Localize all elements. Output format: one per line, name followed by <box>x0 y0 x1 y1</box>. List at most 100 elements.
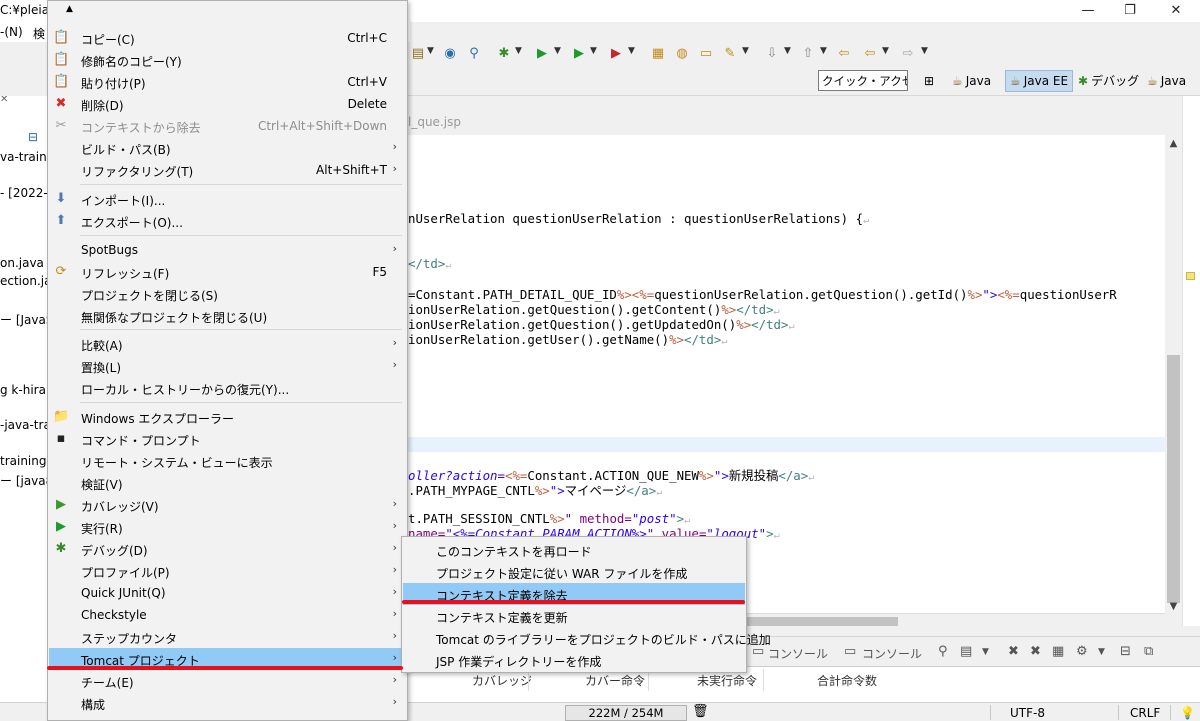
next-annotation-icon[interactable]: ⇩ <box>764 46 780 62</box>
close-button[interactable]: ✕ <box>1153 0 1199 22</box>
menu-item-run-as[interactable]: ▶ 実行(R) › <box>49 516 407 538</box>
menu-item-checkstyle[interactable]: Checkstyle › <box>49 604 407 626</box>
last-edit-icon[interactable]: ⇦ <box>836 46 852 62</box>
menu-item-copy-qualified-name[interactable]: 📋 修飾名のコピー(Y) <box>49 49 407 71</box>
menu-item-remove-from-context[interactable]: ✂ コンテキストから除去 Ctrl+Alt+Shift+Down <box>49 115 407 137</box>
tree-item[interactable]: -java-tra <box>0 418 49 432</box>
submenu-item-create-jsp-work-dir[interactable]: JSP 作業ディレクトリーを作成 <box>403 649 745 671</box>
menu-item-export[interactable]: ⬆ エクスポート(O)... <box>49 210 407 232</box>
column-header[interactable]: 合計命令数 <box>817 672 877 689</box>
tree-item[interactable]: va-trainin <box>0 150 49 164</box>
editor-vertical-scrollbar[interactable]: ▲ ▼ <box>1165 135 1182 620</box>
close-icon[interactable]: ✕ <box>0 96 8 105</box>
maximize-button[interactable]: ❐ <box>1107 0 1153 22</box>
menu-navigate[interactable]: -(N) <box>0 25 23 39</box>
back-icon[interactable]: ⇦ <box>862 46 878 62</box>
display-console-icon[interactable]: ▤ <box>960 644 972 659</box>
annotation-marker[interactable] <box>1186 272 1195 280</box>
submenu-item-add-tomcat-libraries[interactable]: Tomcat のライブラリーをプロジェクトのビルド・パスに追加 <box>403 627 771 649</box>
tip-icon[interactable]: 💡 <box>1180 706 1195 720</box>
tree-item[interactable]: ー [java8 <box>0 472 49 489</box>
scroll-up-icon[interactable]: ▲ <box>66 4 73 14</box>
menu-search[interactable]: 検 <box>33 25 45 42</box>
perspective-java-2[interactable]: ☕ Java <box>1143 70 1190 92</box>
remove-all-icon[interactable]: ✖ <box>1030 644 1041 659</box>
minimize-button[interactable]: — <box>1065 0 1111 22</box>
pin-icon[interactable]: ⚲ <box>938 644 948 659</box>
scroll-thumb[interactable] <box>1167 355 1180 603</box>
chevron-down-icon[interactable]: ▼ <box>554 46 561 56</box>
menu-item-debug-as[interactable]: ✱ デバッグ(D) › <box>49 538 407 560</box>
menu-item-refresh[interactable]: ⟳ リフレッシュ(F) F5 <box>49 261 407 283</box>
column-header[interactable]: カバー命令 <box>585 672 645 689</box>
menu-item-show-in-remote-systems[interactable]: リモート・システム・ビューに表示 <box>49 450 407 472</box>
column-header[interactable]: 未実行命令 <box>697 672 757 689</box>
tree-item[interactable]: - [2022-ja <box>0 186 49 200</box>
settings-icon[interactable]: ⚙ <box>1076 644 1088 659</box>
menu-item-paste[interactable]: 📋 貼り付け(P) Ctrl+V <box>49 71 407 93</box>
column-header[interactable]: カバレッジ <box>472 672 532 689</box>
perspective-java-ee[interactable]: ☕ Java EE <box>1005 70 1074 92</box>
open-folder-icon[interactable]: ▭ <box>698 46 714 62</box>
chevron-down-icon[interactable]: ▼ <box>982 647 989 657</box>
open-perspective-button[interactable]: ⊞ <box>920 70 941 92</box>
menu-item-validate[interactable]: 検証(V) <box>49 472 407 494</box>
scroll-down-icon[interactable]: ▼ <box>1165 601 1182 612</box>
forward-icon[interactable]: ⇨ <box>900 46 916 62</box>
menu-item-command-prompt[interactable]: ▪ コマンド・プロンプト <box>49 428 407 450</box>
new-class-icon[interactable]: ◍ <box>674 46 690 62</box>
run-icon[interactable]: ▶ <box>534 46 550 62</box>
maximize-icon[interactable]: ⧉ <box>1144 644 1153 659</box>
tool-icon[interactable]: ▤ <box>410 46 426 62</box>
menu-item-delete[interactable]: ✖ 削除(D) Delete <box>49 93 407 115</box>
chevron-down-icon[interactable]: ▼ <box>515 46 522 56</box>
menu-item-compare-with[interactable]: 比較(A) › <box>49 333 407 355</box>
menu-item-spotbugs[interactable]: SpotBugs › <box>49 239 407 261</box>
perspective-java[interactable]: ☕ Java <box>948 70 995 92</box>
globe-icon[interactable]: ◉ <box>442 46 458 62</box>
pencil-icon[interactable]: ✎ <box>722 46 738 62</box>
menu-item-restore-from-local-history[interactable]: ローカル・ヒストリーからの復元(Y)... <box>49 377 407 399</box>
menu-item-replace-with[interactable]: 置換(L) › <box>49 355 407 377</box>
prev-annotation-icon[interactable]: ⇧ <box>800 46 816 62</box>
menu-item-coverage-as[interactable]: ▶ カバレッジ(V) › <box>49 494 407 516</box>
coverage-icon[interactable]: ▶ <box>571 46 587 62</box>
external-tools-icon[interactable]: ▶ <box>608 46 624 62</box>
minimize-icon[interactable]: ⊟ <box>1120 644 1131 659</box>
menu-item-copy[interactable]: 📋 コピー(C) Ctrl+C <box>49 27 407 49</box>
chevron-down-icon[interactable]: ▼ <box>820 46 827 56</box>
scroll-lock-icon[interactable]: ▦ <box>1052 644 1064 659</box>
menu-item-configure[interactable]: 構成 › <box>49 692 407 714</box>
chevron-down-icon[interactable]: ▼ <box>427 46 434 56</box>
line-delimiter-status[interactable]: CRLF <box>1130 706 1160 720</box>
perspective-debug[interactable]: ✱ デバッグ <box>1074 70 1143 92</box>
collapse-icon[interactable]: ⊟ <box>28 130 38 144</box>
menu-item-refactor[interactable]: リファクタリング(T) Alt+Shift+T › <box>49 159 407 181</box>
chevron-down-icon[interactable]: ▼ <box>921 46 928 56</box>
editor-tab[interactable]: l_que.jsp <box>408 115 461 135</box>
chevron-down-icon[interactable]: ▼ <box>784 46 791 56</box>
menu-item-team[interactable]: チーム(E) › <box>49 670 407 692</box>
chevron-down-icon[interactable]: ▼ <box>1098 647 1105 657</box>
submenu-item-create-war[interactable]: プロジェクト設定に従い WAR ファイルを作成 <box>403 561 745 583</box>
menu-item-build-path[interactable]: ビルド・パス(B) › <box>49 137 407 159</box>
tree-item[interactable]: on.java <box>0 256 44 270</box>
search-icon[interactable]: ⚲ <box>466 46 482 62</box>
debug-icon[interactable]: ✱ <box>496 46 512 62</box>
chevron-down-icon[interactable]: ▼ <box>882 46 889 56</box>
menu-item-close-unrelated-projects[interactable]: 無関係なプロジェクトを閉じる(U) <box>49 305 407 327</box>
menu-item-profile-as[interactable]: プロファイル(P) › <box>49 560 407 582</box>
tree-item[interactable]: training k <box>0 454 49 468</box>
menu-item-quick-junit[interactable]: Quick JUnit(Q) › <box>49 582 407 604</box>
trash-icon[interactable]: 🗑 <box>692 704 709 719</box>
chevron-down-icon[interactable]: ▼ <box>628 46 635 56</box>
menu-item-import[interactable]: ⬇ インポート(I)... <box>49 188 407 210</box>
quick-access-input[interactable]: クイック・アクセス <box>818 70 908 91</box>
submenu-item-update-context-definition[interactable]: コンテキスト定義を更新 <box>403 605 745 627</box>
menu-item-windows-explorer[interactable]: 📁 Windows エクスプローラー <box>49 406 407 428</box>
encoding-status[interactable]: UTF-8 <box>1010 706 1045 720</box>
menu-item-step-counter[interactable]: ステップカウンタ › <box>49 626 407 648</box>
menu-item-close-project[interactable]: プロジェクトを閉じる(S) <box>49 283 407 305</box>
tree-item[interactable]: ection.jav <box>0 274 49 288</box>
tree-item[interactable]: ー [JavaS <box>0 311 49 328</box>
